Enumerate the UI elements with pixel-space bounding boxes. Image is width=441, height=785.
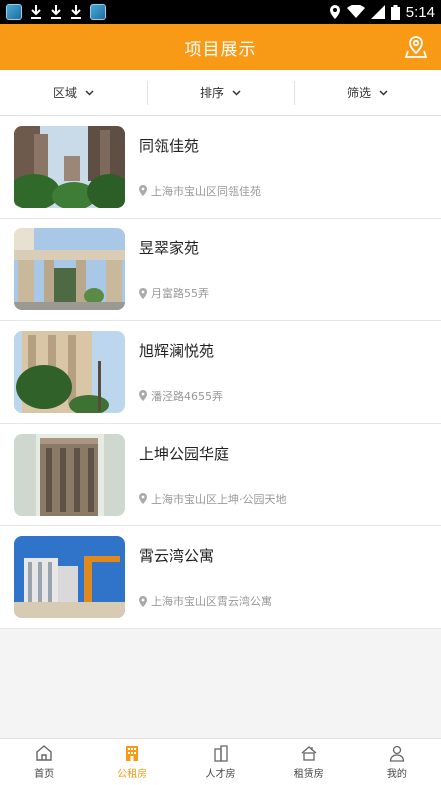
address-text: 潘泾路4655弄 (151, 389, 223, 403)
location-pin-icon (139, 595, 147, 607)
download-icon (51, 5, 61, 19)
home-icon (36, 745, 52, 761)
project-name: 上坤公园华庭 (139, 444, 230, 463)
project-item[interactable]: 上坤公园华庭 上海市宝山区上坤·公园天地 (0, 423, 441, 527)
tab-profile[interactable]: 我的 (353, 739, 441, 785)
project-address: 上海市宝山区上坤·公园天地 (139, 491, 287, 507)
notification-area (6, 4, 106, 20)
tab-public-rental[interactable]: 公租房 (88, 739, 176, 785)
map-button[interactable] (403, 34, 429, 60)
project-address: 上海市宝山区霄云湾公寓 (139, 593, 272, 609)
download-icon (31, 5, 41, 19)
app-notification-icon (6, 4, 22, 20)
tab-label: 我的 (386, 769, 407, 780)
location-pin-icon (139, 390, 147, 402)
project-item[interactable]: 同瓴佳苑 上海市宝山区同瓴佳苑 (0, 116, 441, 219)
house-icon (301, 746, 317, 761)
location-pin-icon (139, 185, 147, 197)
location-pin-icon (139, 493, 147, 505)
project-photo (14, 125, 125, 208)
project-info: 上坤公园华庭 上海市宝山区上坤·公园天地 (139, 443, 287, 507)
building-icon (126, 746, 139, 761)
project-address: 上海市宝山区同瓴佳苑 (139, 183, 261, 199)
download-icon (71, 5, 81, 19)
project-address: 潘泾路4655弄 (139, 388, 223, 404)
filter-sort-dropdown[interactable]: 排序 (147, 70, 294, 115)
project-item[interactable]: 昱翠家苑 月富路55弄 (0, 218, 441, 322)
chevron-down-icon (232, 89, 241, 96)
clock: 5:14 (405, 3, 435, 21)
tab-label: 首页 (34, 769, 55, 780)
battery-icon (390, 4, 400, 20)
towers-icon (213, 745, 228, 762)
filter-bar: 区域 排序 筛选 (0, 70, 441, 116)
project-address: 月富路55弄 (139, 285, 209, 301)
tab-label: 人才房 (205, 769, 236, 780)
address-text: 上海市宝山区上坤·公园天地 (151, 492, 287, 506)
location-pin-icon (139, 287, 147, 299)
project-photo (14, 228, 125, 311)
status-bar: 5:14 (0, 0, 441, 24)
filter-label: 筛选 (346, 86, 371, 100)
bottom-tab-bar: 首页 公租房 人才房 租赁房 我的 (0, 738, 441, 785)
user-icon (389, 745, 405, 762)
project-photo (14, 330, 125, 413)
project-info: 昱翠家苑 月富路55弄 (139, 237, 209, 301)
chevron-down-icon (85, 89, 94, 96)
tab-label: 租赁房 (293, 769, 324, 780)
project-item[interactable]: 旭辉澜悦苑 潘泾路4655弄 (0, 321, 441, 424)
filter-screen-dropdown[interactable]: 筛选 (294, 70, 441, 115)
project-info: 旭辉澜悦苑 潘泾路4655弄 (139, 340, 223, 404)
app-header: 项目展示 (0, 24, 441, 70)
project-photo (14, 536, 125, 619)
project-info: 同瓴佳苑 上海市宝山区同瓴佳苑 (139, 135, 261, 199)
tab-lease-housing[interactable]: 租赁房 (265, 739, 353, 785)
filter-label: 排序 (199, 86, 224, 100)
project-photo (14, 433, 125, 516)
tab-talent-housing[interactable]: 人才房 (176, 739, 264, 785)
tab-home[interactable]: 首页 (0, 739, 88, 785)
address-text: 上海市宝山区同瓴佳苑 (151, 184, 261, 198)
project-list: 同瓴佳苑 上海市宝山区同瓴佳苑 昱翠家苑 月富路55弄 旭辉澜悦苑 潘泾路465… (0, 116, 441, 629)
system-icons: 5:14 (329, 4, 435, 21)
app-notification-icon (90, 4, 106, 20)
project-name: 昱翠家苑 (139, 239, 200, 258)
page-title: 项目展示 (184, 39, 257, 60)
signal-icon (370, 5, 385, 19)
project-name: 旭辉澜悦苑 (139, 341, 215, 360)
filter-region-dropdown[interactable]: 区域 (0, 70, 147, 115)
wifi-icon (346, 5, 365, 18)
project-name: 霄云湾公寓 (139, 547, 215, 566)
tab-label: 公租房 (117, 769, 148, 780)
filter-label: 区域 (52, 86, 77, 100)
project-item[interactable]: 霄云湾公寓 上海市宝山区霄云湾公寓 (0, 526, 441, 629)
location-icon (329, 5, 340, 19)
chevron-down-icon (379, 89, 388, 96)
address-text: 上海市宝山区霄云湾公寓 (151, 595, 272, 609)
project-name: 同瓴佳苑 (139, 136, 200, 155)
map-location-icon (404, 36, 428, 58)
address-text: 月富路55弄 (151, 287, 209, 301)
project-info: 霄云湾公寓 上海市宝山区霄云湾公寓 (139, 545, 272, 609)
